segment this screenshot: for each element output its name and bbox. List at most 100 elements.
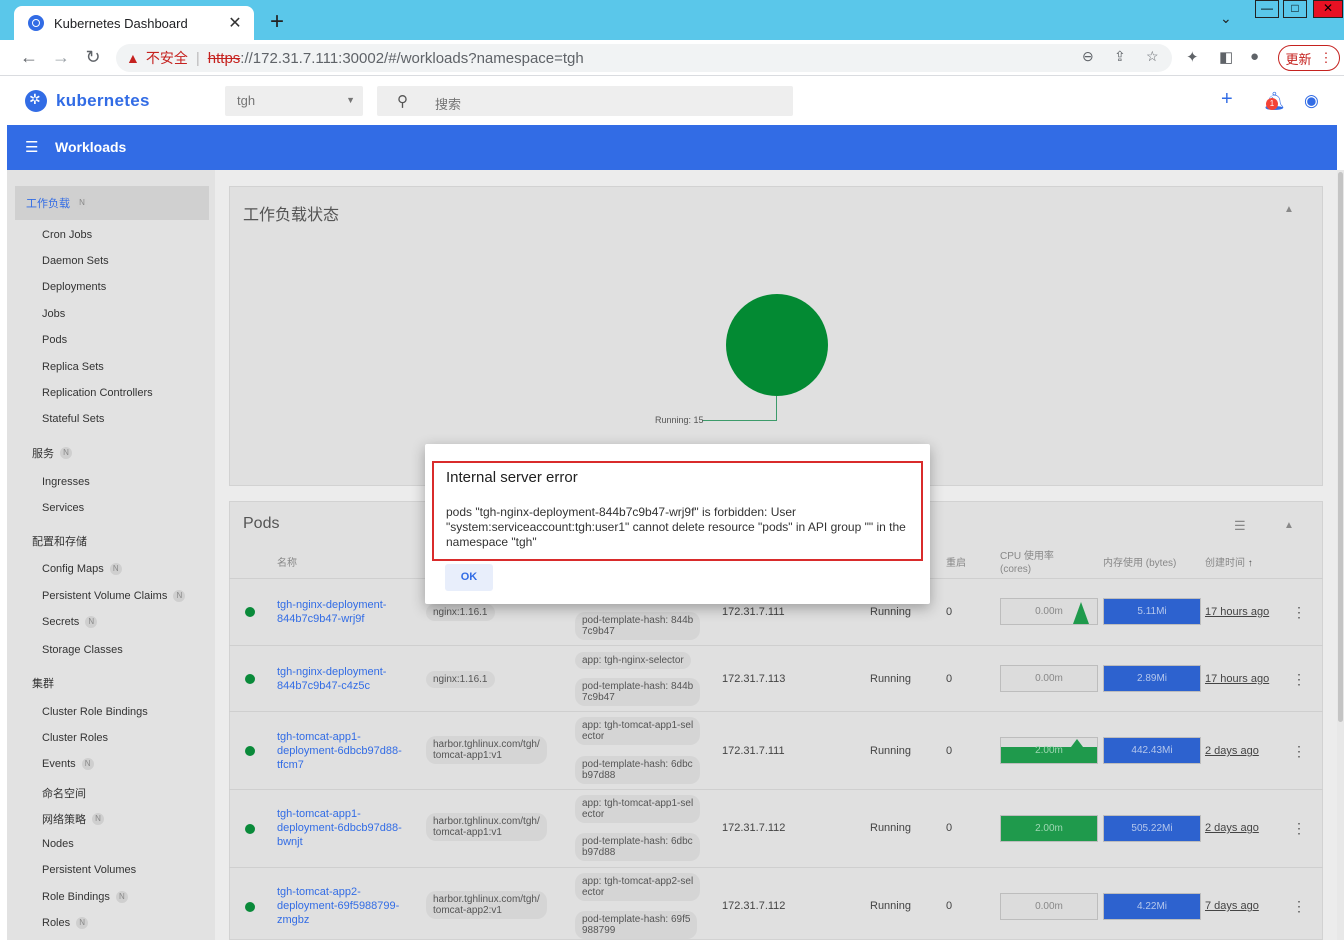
node-cell[interactable]: 172.31.7.112	[722, 822, 785, 834]
row-divider	[229, 867, 1323, 868]
created-age[interactable]: 2 days ago	[1205, 745, 1259, 757]
column-header-memory[interactable]: 内存使用 (bytes)	[1103, 557, 1176, 570]
namespace-select[interactable]: tgh ▼	[225, 86, 363, 116]
bookmark-star-icon[interactable]: ☆	[1146, 48, 1159, 65]
reload-icon[interactable]: ↻	[82, 46, 104, 68]
tab-search-chevron-icon[interactable]: ⌄	[1220, 10, 1232, 27]
row-divider	[229, 789, 1323, 790]
status-cell: Running	[870, 673, 911, 685]
window-close-button[interactable]: ✕	[1313, 0, 1343, 18]
sidebar-item-jobs[interactable]: Jobs	[42, 308, 65, 320]
image-chip: harbor.tghlinux.com/tgh/ tomcat-app1:v1	[426, 736, 547, 764]
created-age[interactable]: 7 days ago	[1205, 900, 1259, 912]
share-icon[interactable]: ⇪	[1114, 48, 1126, 65]
sidebar-item-roles[interactable]: Roles N	[42, 917, 89, 929]
sidebar-item-label: Persistent Volume Claims	[42, 590, 168, 602]
node-cell[interactable]: 172.31.7.111	[722, 745, 785, 757]
pod-name-link[interactable]: tgh-nginx-deployment- 844b7c9b47-wrj9f	[277, 598, 407, 626]
browser-tab[interactable]: Kubernetes Dashboard ✕	[14, 6, 254, 40]
filter-icon[interactable]: ☰	[1234, 518, 1246, 534]
label-text: 988799	[582, 925, 616, 936]
back-arrow-icon[interactable]: ←	[18, 46, 40, 68]
account-icon[interactable]: ◉	[1304, 91, 1319, 111]
column-header-created[interactable]: 创建时间 ↑	[1205, 557, 1253, 570]
restarts-cell: 0	[946, 745, 953, 757]
scrollbar-thumb[interactable]	[1338, 172, 1343, 722]
menu-icon[interactable]: ☰	[25, 138, 38, 156]
new-tab-button[interactable]: +	[264, 8, 290, 36]
created-age[interactable]: 17 hours ago	[1205, 606, 1269, 618]
sidebar-item-cron-jobs[interactable]: Cron Jobs	[42, 229, 92, 241]
label-chip: pod-template-hash: 6dbc b97d88	[575, 756, 700, 784]
extensions-puzzle-icon[interactable]: ✦	[1186, 48, 1199, 66]
sidebar-item-cluster-role-bindings[interactable]: Cluster Role Bindings	[42, 706, 148, 718]
label-text: b97d88	[582, 770, 616, 781]
kubernetes-logo-icon	[25, 90, 47, 112]
pod-name-part: tgh-nginx-deployment-	[277, 599, 387, 611]
node-cell[interactable]: 172.31.7.112	[722, 900, 785, 912]
kebab-icon[interactable]: ⋮	[1292, 671, 1306, 688]
sidebar-section-config[interactable]: 配置和存储	[32, 533, 87, 549]
image-text: tomcat-app2:v1	[433, 905, 502, 916]
ok-button[interactable]: OK	[445, 564, 493, 591]
sidebar-section-cluster[interactable]: 集群	[32, 675, 54, 691]
sidebar-item-storage-classes[interactable]: Storage Classes	[42, 644, 123, 656]
window-minimize-button[interactable]: —	[1255, 0, 1279, 18]
sidebar-item-role-bindings[interactable]: Role Bindings N	[42, 891, 128, 903]
window-maximize-button[interactable]: □	[1283, 0, 1307, 18]
sidebar-item-secrets[interactable]: Secrets N	[42, 616, 98, 628]
url-text: ://172.31.7.111:30002/#/workloads?namesp…	[240, 49, 584, 67]
sidebar-item-namespaces[interactable]: 命名空间	[42, 785, 86, 801]
dialog-title: Internal server error	[446, 469, 578, 486]
sidebar-item-network-policies[interactable]: 网络策略 N	[42, 811, 104, 827]
sidebar-item-config-maps[interactable]: Config Maps N	[42, 563, 122, 575]
sidebar-item-deployments[interactable]: Deployments	[42, 281, 106, 293]
image-chip: harbor.tghlinux.com/tgh/ tomcat-app2:v1	[426, 891, 547, 919]
chart-leader-line	[776, 396, 777, 421]
column-header-cpu[interactable]: CPU 使用率 (cores)	[1000, 550, 1054, 576]
zoom-icon[interactable]: ⊖	[1082, 48, 1094, 65]
side-panel-icon[interactable]: ◧	[1219, 48, 1233, 66]
created-age[interactable]: 17 hours ago	[1205, 673, 1269, 685]
kebab-icon[interactable]: ⋮	[1292, 820, 1306, 837]
node-cell[interactable]: 172.31.7.113	[722, 673, 785, 685]
sidebar-item-pods[interactable]: Pods	[42, 334, 67, 346]
sidebar-item-nodes[interactable]: Nodes	[42, 838, 74, 850]
kubernetes-logo[interactable]: kubernetes	[25, 90, 150, 112]
pod-name-link[interactable]: tgh-nginx-deployment- 844b7c9b47-c4z5c	[277, 665, 407, 693]
sidebar-item-ingresses[interactable]: Ingresses	[42, 476, 90, 488]
column-header-name[interactable]: 名称	[277, 557, 297, 570]
sidebar-item-stateful-sets[interactable]: Stateful Sets	[42, 413, 104, 425]
sidebar-item-services[interactable]: Services	[42, 502, 84, 514]
sidebar-item-replica-sets[interactable]: Replica Sets	[42, 361, 104, 373]
page-scrollbar[interactable]	[1337, 170, 1344, 940]
kebab-icon[interactable]: ⋮	[1292, 743, 1306, 760]
chevron-up-icon[interactable]: ▲	[1284, 204, 1294, 215]
address-bar[interactable]: ▲ 不安全 | https ://172.31.7.111:30002/#/wo…	[116, 44, 1172, 72]
sidebar-item-daemon-sets[interactable]: Daemon Sets	[42, 255, 109, 267]
created-age[interactable]: 2 days ago	[1205, 822, 1259, 834]
pod-name-link[interactable]: tgh-tomcat-app1- deployment-6dbcb97d88- …	[277, 730, 407, 772]
sidebar-item-replication-controllers[interactable]: Replication Controllers	[42, 387, 153, 399]
column-header-restarts[interactable]: 重启	[946, 557, 966, 570]
sidebar-item-events[interactable]: Events N	[42, 758, 94, 770]
tab-close-icon[interactable]: ✕	[226, 13, 244, 33]
chevron-up-icon[interactable]: ▲	[1284, 520, 1294, 531]
node-cell[interactable]: 172.31.7.111	[722, 606, 785, 618]
search-input[interactable]: ⚲ 搜索	[377, 86, 793, 116]
kebab-icon[interactable]: ⋮	[1292, 604, 1306, 621]
sidebar-item-persistent-volumes[interactable]: Persistent Volumes	[42, 864, 136, 876]
sidebar-item-cluster-roles[interactable]: Cluster Roles	[42, 732, 108, 744]
forward-arrow-icon[interactable]: →	[50, 46, 72, 68]
pod-name-link[interactable]: tgh-tomcat-app2- deployment-69f5988799- …	[277, 885, 407, 927]
kebab-icon[interactable]: ⋮	[1292, 898, 1306, 915]
profile-avatar-icon[interactable]: ●	[1250, 48, 1259, 65]
sidebar-item-persistent-volume-claims[interactable]: Persistent Volume Claims N	[42, 590, 186, 602]
pod-name-link[interactable]: tgh-tomcat-app1- deployment-6dbcb97d88- …	[277, 807, 407, 849]
cpu-sparkline: 0.00m	[1000, 665, 1098, 692]
plus-icon[interactable]: +	[1221, 88, 1233, 111]
cpu-sparkline: 0.00m	[1000, 893, 1098, 920]
update-button[interactable]: 更新 ⋮	[1278, 45, 1340, 71]
sidebar-section-workloads[interactable]: 工作负载 N	[15, 186, 209, 220]
sidebar-section-services[interactable]: 服务 N	[32, 445, 72, 461]
